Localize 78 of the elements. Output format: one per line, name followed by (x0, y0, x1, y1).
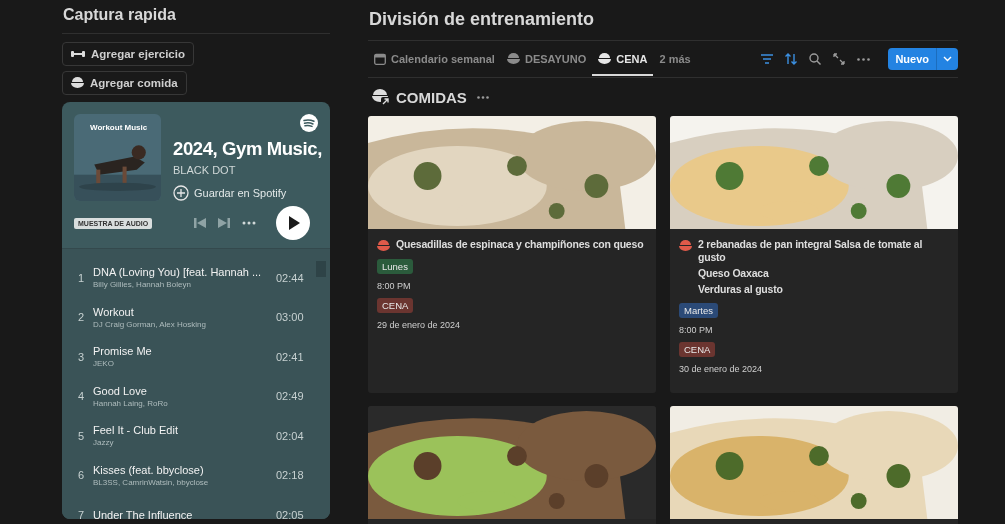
track-number: 6 (78, 469, 86, 482)
page-title: División de entrenamiento (369, 9, 596, 30)
track-number: 3 (78, 350, 86, 363)
track-duration: 02:04 (276, 429, 305, 442)
meal-title: Quesadillas de espinaca y champiñones con queso (396, 238, 644, 251)
track-row[interactable]: 6 Kisses (feat. bbyclose) BL3SS, CamrinWatsin, bbyclose 02:18 (62, 455, 316, 495)
track-number: 2 (78, 311, 86, 324)
track-title: Feel It - Club Edit (93, 424, 179, 437)
filter-icon[interactable] (761, 54, 774, 64)
view-tab[interactable]: CENA (592, 43, 654, 76)
track-artists: Hannah Laing, RoRo (93, 398, 169, 408)
more-icon[interactable] (242, 221, 257, 225)
track-title: Good Love (93, 384, 148, 397)
view-tab[interactable]: DESAYUNO (500, 43, 593, 76)
caret-icon (943, 56, 952, 62)
expand-icon[interactable] (833, 53, 846, 65)
track-row[interactable]: 7 Under The Influence 02:05 (62, 495, 316, 519)
track-number: 5 (78, 429, 86, 442)
meal-card[interactable]: 2 rebanadas de pan integral Salsa de tomate al gusto Queso Oaxaca Verduras al gusto Martes 8:00 PM CENA 30 de enero de 2024 (670, 116, 958, 393)
track-title: Kisses (feat. bbyclose) (93, 463, 205, 476)
track-number: 7 (78, 508, 86, 519)
track-title: Under The Influence (93, 508, 194, 519)
meal-date: 29 de enero de 2024 (377, 320, 461, 330)
more-icon[interactable] (476, 95, 489, 99)
more-views-tab[interactable]: 2 más (653, 43, 697, 76)
track-artists: DJ Craig Gorman, Alex Hosking (93, 319, 207, 329)
meal-date: 30 de enero de 2024 (679, 364, 763, 374)
calendar-icon (374, 52, 386, 65)
track-duration: 02:44 (276, 271, 305, 284)
track-duration: 02:41 (276, 350, 305, 363)
track-row[interactable]: 2 Workout DJ Craig Gorman, Alex Hosking 03:00 (62, 297, 316, 337)
view-tab[interactable]: Calendario semanal (368, 43, 501, 76)
bowl-icon (598, 52, 612, 65)
track-artists: JEKO (93, 359, 115, 369)
category-tag: CENA (377, 298, 414, 313)
meal-time: 8:00 PM (679, 325, 713, 335)
bowl-icon (506, 52, 520, 65)
track-duration: 02:05 (276, 508, 305, 519)
meal-time: 8:00 PM (377, 281, 411, 291)
bowl-icon (71, 77, 84, 89)
previous-icon[interactable] (194, 217, 207, 229)
more-icon[interactable] (857, 57, 871, 61)
play-button-icon[interactable] (276, 206, 311, 240)
section-title: COMIDAS (396, 88, 467, 106)
sort-icon[interactable] (785, 53, 798, 65)
quick-add-button[interactable]: Agregar comida (62, 71, 187, 95)
bowl-icon (377, 240, 390, 252)
track-title: Promise Me (93, 345, 153, 358)
playlist-artist: BLACK DOT (173, 164, 237, 176)
bowl-icon (679, 240, 692, 252)
meal-card[interactable]: Quesadillas de espinaca y champiñones con queso Lunes 8:00 PM CENA 29 de enero de 2024 (368, 116, 656, 393)
bowl-link-icon (372, 88, 392, 106)
track-title: Workout (93, 305, 135, 318)
category-tag: CENA (679, 342, 716, 357)
meal-title: Queso Oaxaca (698, 267, 770, 280)
track-artists: Billy Gillies, Hannah Boleyn (93, 280, 192, 290)
track-number: 1 (78, 271, 86, 284)
save-link[interactable]: Guardar en Spotify (173, 185, 318, 201)
track-duration: 02:18 (276, 469, 305, 482)
next-icon[interactable] (218, 217, 231, 229)
track-row[interactable]: 1 DNA (Loving You) [feat. Hannah ... Billy Gillies, Hannah Boleyn 02:44 (62, 258, 316, 298)
quick-add-button[interactable]: Agregar ejercicio (62, 42, 194, 66)
day-tag: Lunes (377, 259, 413, 274)
cover-title: Workout Music (90, 123, 148, 132)
spotify-logo-icon (300, 114, 318, 132)
track-artists: BL3SS, CamrinWatsin, bbyclose (93, 477, 210, 487)
search-icon[interactable] (809, 53, 822, 65)
track-artists: Jazzy (93, 438, 115, 448)
day-tag: Martes (679, 303, 719, 318)
track-duration: 03:00 (276, 311, 305, 324)
meal-title: Verduras al gusto (698, 283, 784, 296)
meal-title: 2 rebanadas de pan integral Salsa de tomate al gusto (698, 238, 924, 264)
track-number: 4 (78, 390, 86, 403)
dumbbell-icon (71, 49, 85, 59)
track-duration: 02:49 (276, 390, 305, 403)
track-title: DNA (Loving You) [feat. Hannah ... (93, 266, 263, 279)
plus-circle-icon (173, 185, 189, 201)
sidebar-title: Captura rapida (63, 6, 177, 24)
